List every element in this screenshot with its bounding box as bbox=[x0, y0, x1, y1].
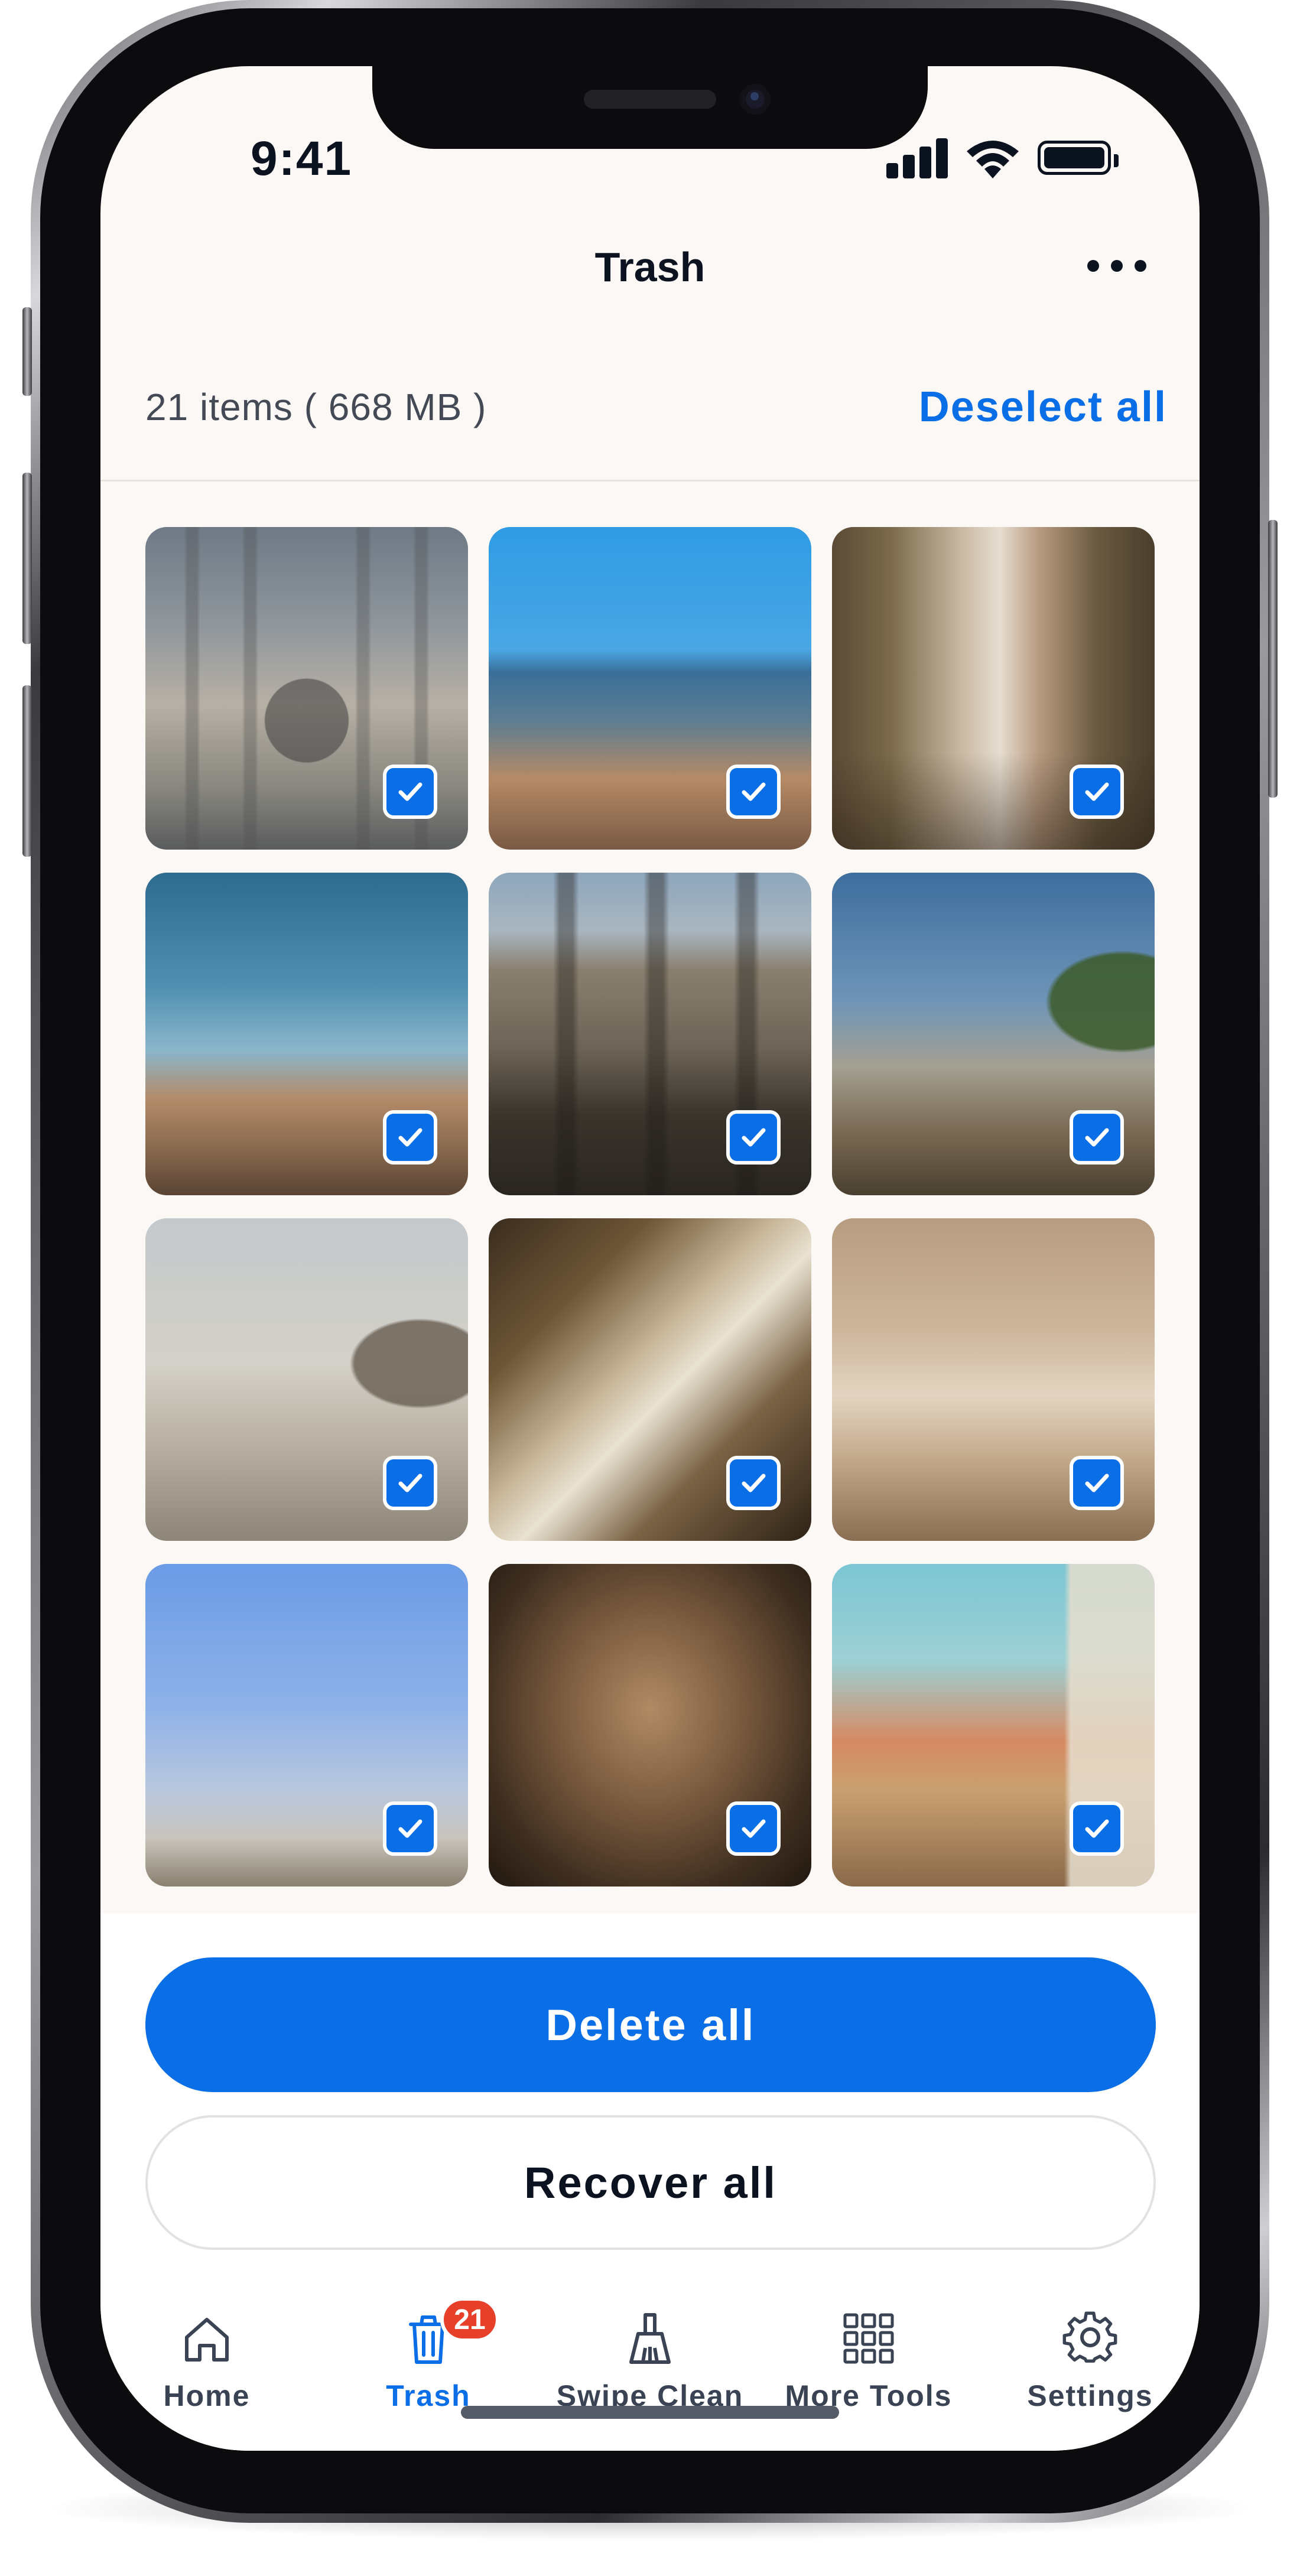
notch bbox=[372, 66, 928, 149]
status-time: 9:41 bbox=[251, 132, 353, 186]
speaker-grille bbox=[584, 90, 716, 109]
home-icon bbox=[185, 2318, 229, 2362]
photo-tile[interactable] bbox=[832, 1564, 1155, 1887]
wifi-icon bbox=[967, 141, 1019, 178]
selected-checkbox[interactable] bbox=[726, 765, 781, 819]
photo-tile[interactable] bbox=[145, 873, 468, 1195]
trash-count-badge: 21 bbox=[440, 2297, 499, 2342]
selected-checkbox[interactable] bbox=[726, 1110, 781, 1165]
photo-tile[interactable] bbox=[489, 1218, 811, 1541]
selected-checkbox[interactable] bbox=[1070, 1456, 1124, 1510]
action-panel: Delete all Recover all Home 21 Trash Swi… bbox=[100, 1913, 1200, 2451]
deselect-all-button[interactable]: Deselect all bbox=[919, 383, 1167, 431]
cellular-signal-icon bbox=[886, 137, 951, 178]
screen: 9:41 Trash 21 items ( 668 MB ) Deselect … bbox=[100, 66, 1200, 2451]
ellipsis-icon bbox=[1087, 260, 1099, 272]
grid-icon bbox=[843, 2313, 894, 2364]
photo-tile[interactable] bbox=[145, 1218, 468, 1541]
photo-tile[interactable] bbox=[489, 527, 811, 850]
selected-checkbox[interactable] bbox=[383, 1801, 437, 1856]
volume-down-button bbox=[22, 685, 32, 857]
selected-checkbox[interactable] bbox=[726, 1801, 781, 1856]
photo-tile[interactable] bbox=[145, 1564, 468, 1887]
battery-icon bbox=[1038, 141, 1119, 175]
tab-home[interactable]: Home bbox=[100, 2309, 313, 2427]
items-summary: 21 items ( 668 MB ) bbox=[145, 386, 487, 428]
selected-checkbox[interactable] bbox=[726, 1456, 781, 1510]
photo-tile[interactable] bbox=[489, 1564, 811, 1887]
gear-icon bbox=[1062, 2311, 1117, 2363]
selected-checkbox[interactable] bbox=[383, 1456, 437, 1510]
delete-all-button[interactable]: Delete all bbox=[145, 1957, 1156, 2092]
home-indicator[interactable] bbox=[461, 2406, 839, 2419]
page-title: Trash bbox=[594, 244, 706, 290]
selected-checkbox[interactable] bbox=[1070, 1110, 1124, 1165]
tab-label: Settings bbox=[1027, 2379, 1153, 2412]
more-options-button[interactable] bbox=[1087, 254, 1146, 278]
photo-tile[interactable] bbox=[832, 873, 1155, 1195]
photo-tile[interactable] bbox=[832, 527, 1155, 850]
selected-checkbox[interactable] bbox=[1070, 1801, 1124, 1856]
mute-switch bbox=[22, 307, 32, 396]
photo-tile[interactable] bbox=[489, 873, 811, 1195]
photo-tile[interactable] bbox=[145, 527, 468, 850]
recover-all-button[interactable]: Recover all bbox=[145, 2115, 1156, 2250]
volume-up-button bbox=[22, 473, 32, 644]
front-camera bbox=[740, 84, 771, 115]
broom-icon bbox=[629, 2313, 671, 2364]
power-button bbox=[1268, 520, 1278, 798]
photo-tile[interactable] bbox=[832, 1218, 1155, 1541]
selected-checkbox[interactable] bbox=[1070, 765, 1124, 819]
tab-label: Home bbox=[163, 2379, 251, 2412]
photo-grid bbox=[100, 482, 1200, 1913]
selected-checkbox[interactable] bbox=[383, 765, 437, 819]
tab-settings[interactable]: Settings bbox=[984, 2309, 1197, 2427]
selected-checkbox[interactable] bbox=[383, 1110, 437, 1165]
